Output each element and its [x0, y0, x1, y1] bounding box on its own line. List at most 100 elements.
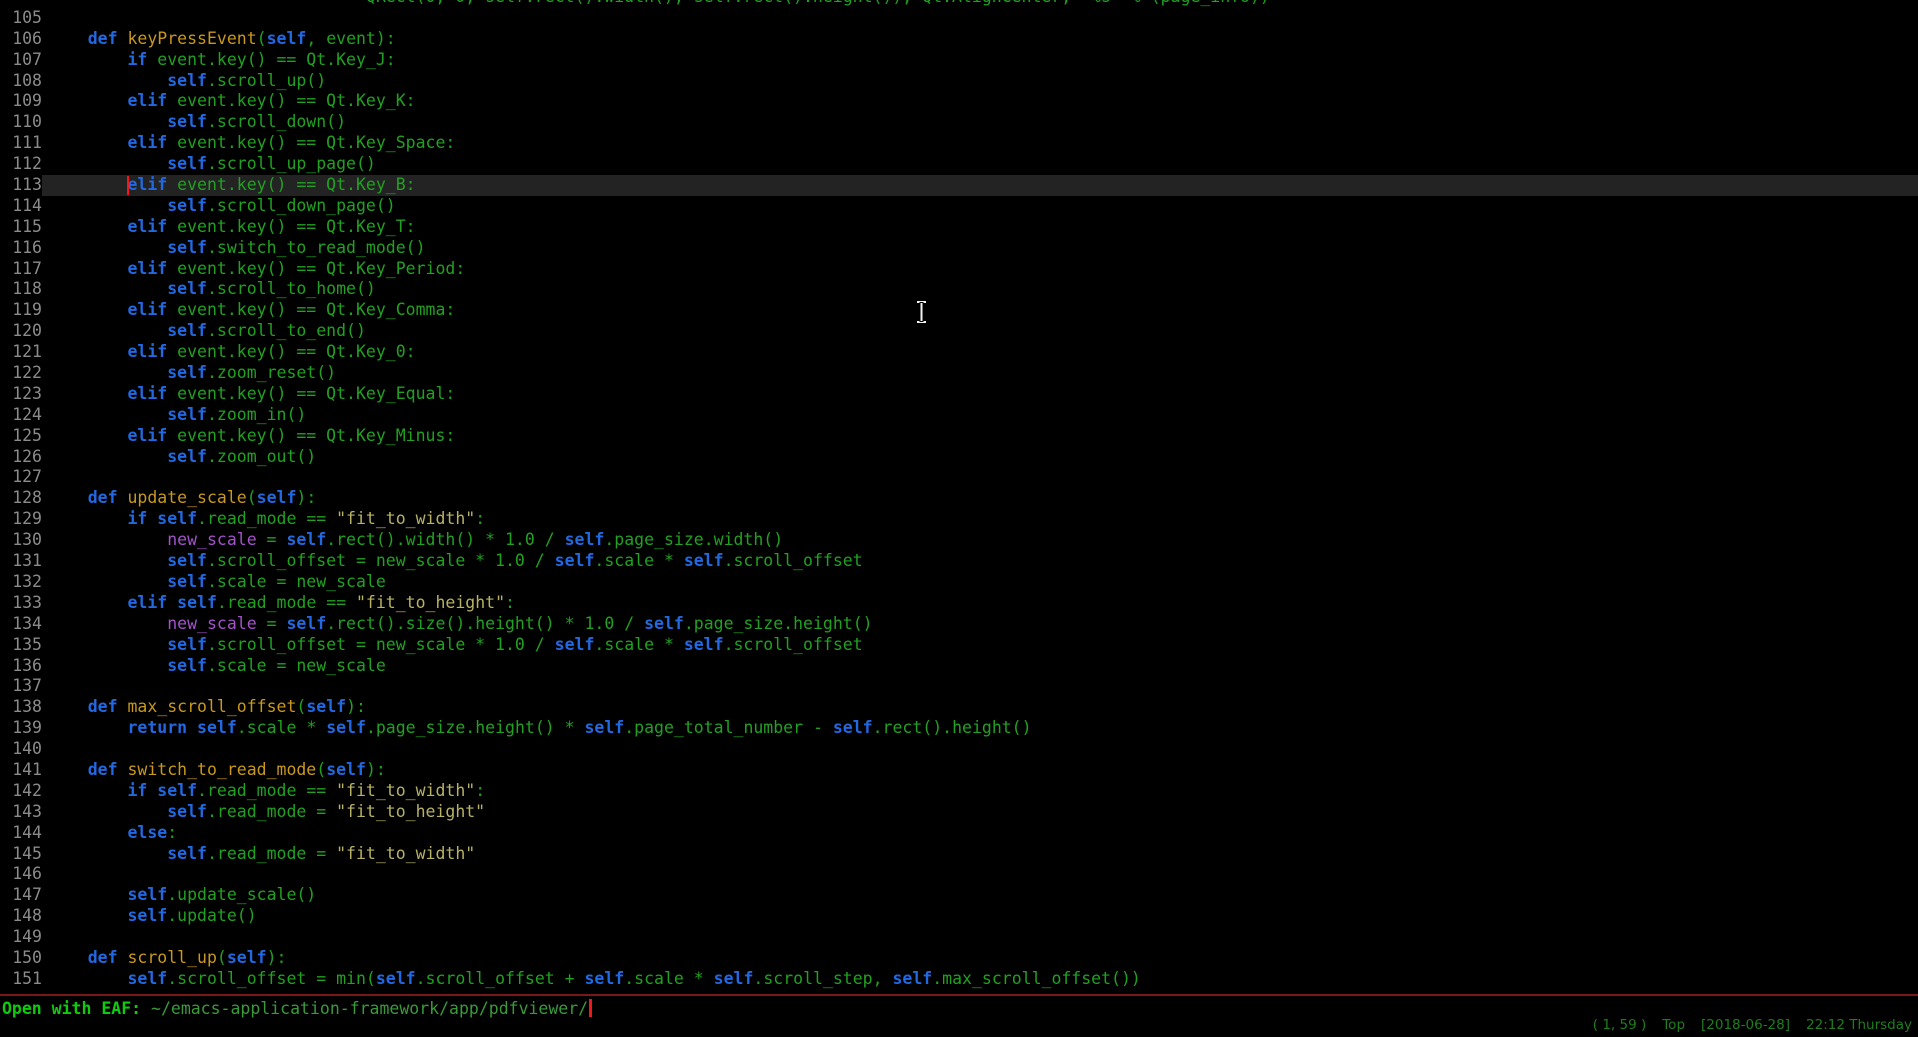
- code-text: elif event.key() == Qt.Key_Period:: [42, 259, 1918, 280]
- code-text: elif event.key() == Qt.Key_Equal:: [42, 384, 1918, 405]
- code-line[interactable]: 124 self.zoom_in(): [0, 405, 1918, 426]
- line-number: 130: [0, 530, 42, 551]
- code-line[interactable]: 126 self.zoom_out(): [0, 447, 1918, 468]
- code-text: return self.scale * self.page_size.heigh…: [42, 718, 1918, 739]
- line-number: 141: [0, 760, 42, 781]
- code-line[interactable]: 148 self.update(): [0, 906, 1918, 927]
- code-line[interactable]: 131 self.scroll_offset = new_scale * 1.0…: [0, 551, 1918, 572]
- code-text: [42, 676, 1918, 697]
- code-text: self.scale = new_scale: [42, 656, 1918, 677]
- line-number: 132: [0, 572, 42, 593]
- minibuffer-cursor: [589, 999, 592, 1017]
- code-line[interactable]: 139 return self.scale * self.page_size.h…: [0, 718, 1918, 739]
- line-number: 119: [0, 300, 42, 321]
- code-line[interactable]: 116 self.switch_to_read_mode(): [0, 238, 1918, 259]
- line-number: 109: [0, 91, 42, 112]
- code-line[interactable]: 127: [0, 467, 1918, 488]
- line-number: 112: [0, 154, 42, 175]
- code-line[interactable]: 134 new_scale = self.rect().size().heigh…: [0, 614, 1918, 635]
- tray-segment: ( 1, 59 ): [1593, 1017, 1646, 1033]
- code-line[interactable]: 130 new_scale = self.rect().width() * 1.…: [0, 530, 1918, 551]
- line-number: 139: [0, 718, 42, 739]
- code-editor[interactable]: QRect(0, 0, self.rect().width(), self.re…: [0, 0, 1918, 994]
- code-line[interactable]: 115 elif event.key() == Qt.Key_T:: [0, 217, 1918, 238]
- code-text: self.scroll_up(): [42, 71, 1918, 92]
- line-number: 146: [0, 864, 42, 885]
- code-line[interactable]: 105: [0, 8, 1918, 29]
- code-text: elif self.read_mode == "fit_to_height":: [42, 593, 1918, 614]
- minibuffer-input[interactable]: ~/emacs-application-framework/app/pdfvie…: [151, 999, 588, 1018]
- line-number: 123: [0, 384, 42, 405]
- code-line[interactable]: 143 self.read_mode = "fit_to_height": [0, 802, 1918, 823]
- minibuffer[interactable]: Open with EAF: ~/emacs-application-frame…: [2, 998, 592, 1019]
- line-number: 148: [0, 906, 42, 927]
- code-line[interactable]: 112 self.scroll_up_page(): [0, 154, 1918, 175]
- line-number: 135: [0, 635, 42, 656]
- code-line[interactable]: 146: [0, 864, 1918, 885]
- code-text: if event.key() == Qt.Key_J:: [42, 50, 1918, 71]
- code-line[interactable]: 132 self.scale = new_scale: [0, 572, 1918, 593]
- code-line[interactable]: 123 elif event.key() == Qt.Key_Equal:: [0, 384, 1918, 405]
- line-number: 137: [0, 676, 42, 697]
- code-line[interactable]: 136 self.scale = new_scale: [0, 656, 1918, 677]
- code-line[interactable]: 129 if self.read_mode == "fit_to_width":: [0, 509, 1918, 530]
- line-number: 121: [0, 342, 42, 363]
- code-text: elif event.key() == Qt.Key_Minus:: [42, 426, 1918, 447]
- code-line[interactable]: 110 self.scroll_down(): [0, 112, 1918, 133]
- code-buffer: QRect(0, 0, self.rect().width(), self.re…: [0, 0, 1918, 990]
- code-line[interactable]: 107 if event.key() == Qt.Key_J:: [0, 50, 1918, 71]
- code-line[interactable]: 108 self.scroll_up(): [0, 71, 1918, 92]
- code-text: elif event.key() == Qt.Key_K:: [42, 91, 1918, 112]
- code-line[interactable]: 145 self.read_mode = "fit_to_width": [0, 844, 1918, 865]
- code-line[interactable]: 125 elif event.key() == Qt.Key_Minus:: [0, 426, 1918, 447]
- line-number: 114: [0, 196, 42, 217]
- code-line-partial[interactable]: QRect(0, 0, self.rect().width(), self.re…: [0, 0, 1918, 8]
- code-text: self.switch_to_read_mode(): [42, 238, 1918, 259]
- line-number: 138: [0, 697, 42, 718]
- code-line[interactable]: 119 elif event.key() == Qt.Key_Comma:: [0, 300, 1918, 321]
- code-line[interactable]: 144 else:: [0, 823, 1918, 844]
- code-line[interactable]: 140: [0, 739, 1918, 760]
- modeline-separator: [0, 994, 1918, 996]
- code-text: def scroll_up(self):: [42, 948, 1918, 969]
- code-text: def keyPressEvent(self, event):: [42, 29, 1918, 50]
- code-text: if self.read_mode == "fit_to_width":: [42, 781, 1918, 802]
- code-line[interactable]: 109 elif event.key() == Qt.Key_K:: [0, 91, 1918, 112]
- line-number: 134: [0, 614, 42, 635]
- code-text: def max_scroll_offset(self):: [42, 697, 1918, 718]
- code-line[interactable]: 147 self.update_scale(): [0, 885, 1918, 906]
- line-number: 113: [0, 175, 42, 196]
- code-line[interactable]: 118 self.scroll_to_home(): [0, 279, 1918, 300]
- code-line[interactable]: 128 def update_scale(self):: [0, 488, 1918, 509]
- line-number: 144: [0, 823, 42, 844]
- code-line[interactable]: 106 def keyPressEvent(self, event):: [0, 29, 1918, 50]
- code-line[interactable]: 149: [0, 927, 1918, 948]
- code-line[interactable]: 117 elif event.key() == Qt.Key_Period:: [0, 259, 1918, 280]
- code-text: self.scroll_offset = new_scale * 1.0 / s…: [42, 635, 1918, 656]
- code-line[interactable]: 142 if self.read_mode == "fit_to_width":: [0, 781, 1918, 802]
- code-line[interactable]: 114 self.scroll_down_page(): [0, 196, 1918, 217]
- line-number: 149: [0, 927, 42, 948]
- code-line[interactable]: 121 elif event.key() == Qt.Key_0:: [0, 342, 1918, 363]
- line-number: 128: [0, 488, 42, 509]
- code-text: self.read_mode = "fit_to_width": [42, 844, 1918, 865]
- code-line[interactable]: 150 def scroll_up(self):: [0, 948, 1918, 969]
- code-line[interactable]: 137: [0, 676, 1918, 697]
- code-line[interactable]: 133 elif self.read_mode == "fit_to_heigh…: [0, 593, 1918, 614]
- code-text: self.zoom_out(): [42, 447, 1918, 468]
- code-line[interactable]: 141 def switch_to_read_mode(self):: [0, 760, 1918, 781]
- code-line[interactable]: 113 elif event.key() == Qt.Key_B:: [0, 175, 1918, 196]
- mouse-cursor-ibeam: [914, 299, 930, 326]
- code-line[interactable]: 111 elif event.key() == Qt.Key_Space:: [0, 133, 1918, 154]
- code-line[interactable]: 151 self.scroll_offset = min(self.scroll…: [0, 969, 1918, 990]
- code-line[interactable]: 138 def max_scroll_offset(self):: [0, 697, 1918, 718]
- line-number: 115: [0, 217, 42, 238]
- code-line[interactable]: 120 self.scroll_to_end(): [0, 321, 1918, 342]
- code-line[interactable]: 122 self.zoom_reset(): [0, 363, 1918, 384]
- code-line[interactable]: 135 self.scroll_offset = new_scale * 1.0…: [0, 635, 1918, 656]
- line-number: 145: [0, 844, 42, 865]
- code-text: self.read_mode = "fit_to_height": [42, 802, 1918, 823]
- text-cursor: [127, 176, 129, 195]
- code-text: self.update(): [42, 906, 1918, 927]
- code-text: self.zoom_in(): [42, 405, 1918, 426]
